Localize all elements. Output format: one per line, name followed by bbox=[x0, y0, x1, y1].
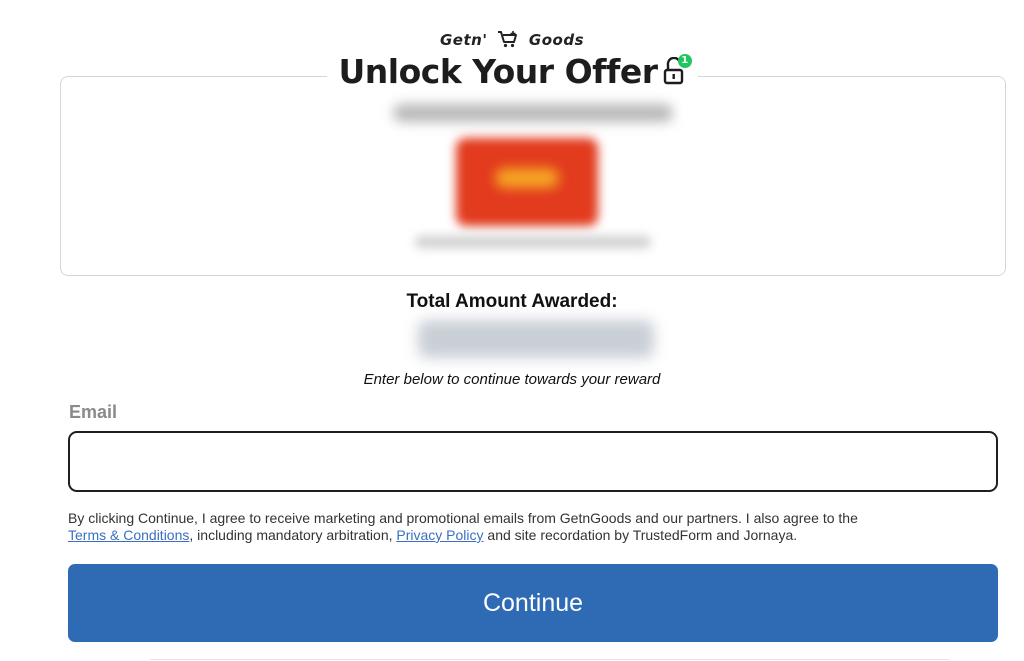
legal-text-2: , including mandatory arbitration, bbox=[189, 527, 393, 543]
notification-badge: 1 bbox=[677, 54, 692, 68]
blurred-gift-card-logo bbox=[495, 168, 559, 188]
divider bbox=[150, 659, 950, 660]
legal-disclaimer: By clicking Continue, I agree to receive… bbox=[68, 510, 1008, 544]
continue-button[interactable]: Continue bbox=[68, 564, 998, 642]
email-field[interactable] bbox=[68, 431, 998, 492]
form-hint: Enter below to continue towards your rew… bbox=[363, 371, 661, 388]
page-title-text: Unlock Your Offer bbox=[338, 52, 659, 91]
total-amount-label: Total Amount Awarded: bbox=[406, 291, 618, 312]
brand-name-right: Goods bbox=[528, 31, 584, 49]
brand-logo: Getn' Goods bbox=[0, 30, 1024, 52]
legal-text-3: and site recordation by TrustedForm and … bbox=[487, 527, 798, 543]
blurred-offer-title bbox=[393, 104, 673, 122]
title-bar: Unlock Your Offer 1 bbox=[0, 52, 1024, 91]
unlock-icon: 1 bbox=[662, 54, 692, 85]
privacy-link[interactable]: Privacy Policy bbox=[396, 527, 483, 543]
page-title: Unlock Your Offer 1 bbox=[326, 52, 698, 91]
blurred-offer-subtitle bbox=[415, 236, 651, 248]
terms-link[interactable]: Terms & Conditions bbox=[68, 527, 189, 543]
cart-plus-icon bbox=[497, 30, 519, 52]
blurred-total-amount bbox=[418, 320, 654, 358]
brand-name-left: Getn' bbox=[440, 31, 488, 49]
email-label: Email bbox=[69, 402, 118, 422]
legal-text-1: By clicking Continue, I agree to receive… bbox=[68, 510, 858, 526]
